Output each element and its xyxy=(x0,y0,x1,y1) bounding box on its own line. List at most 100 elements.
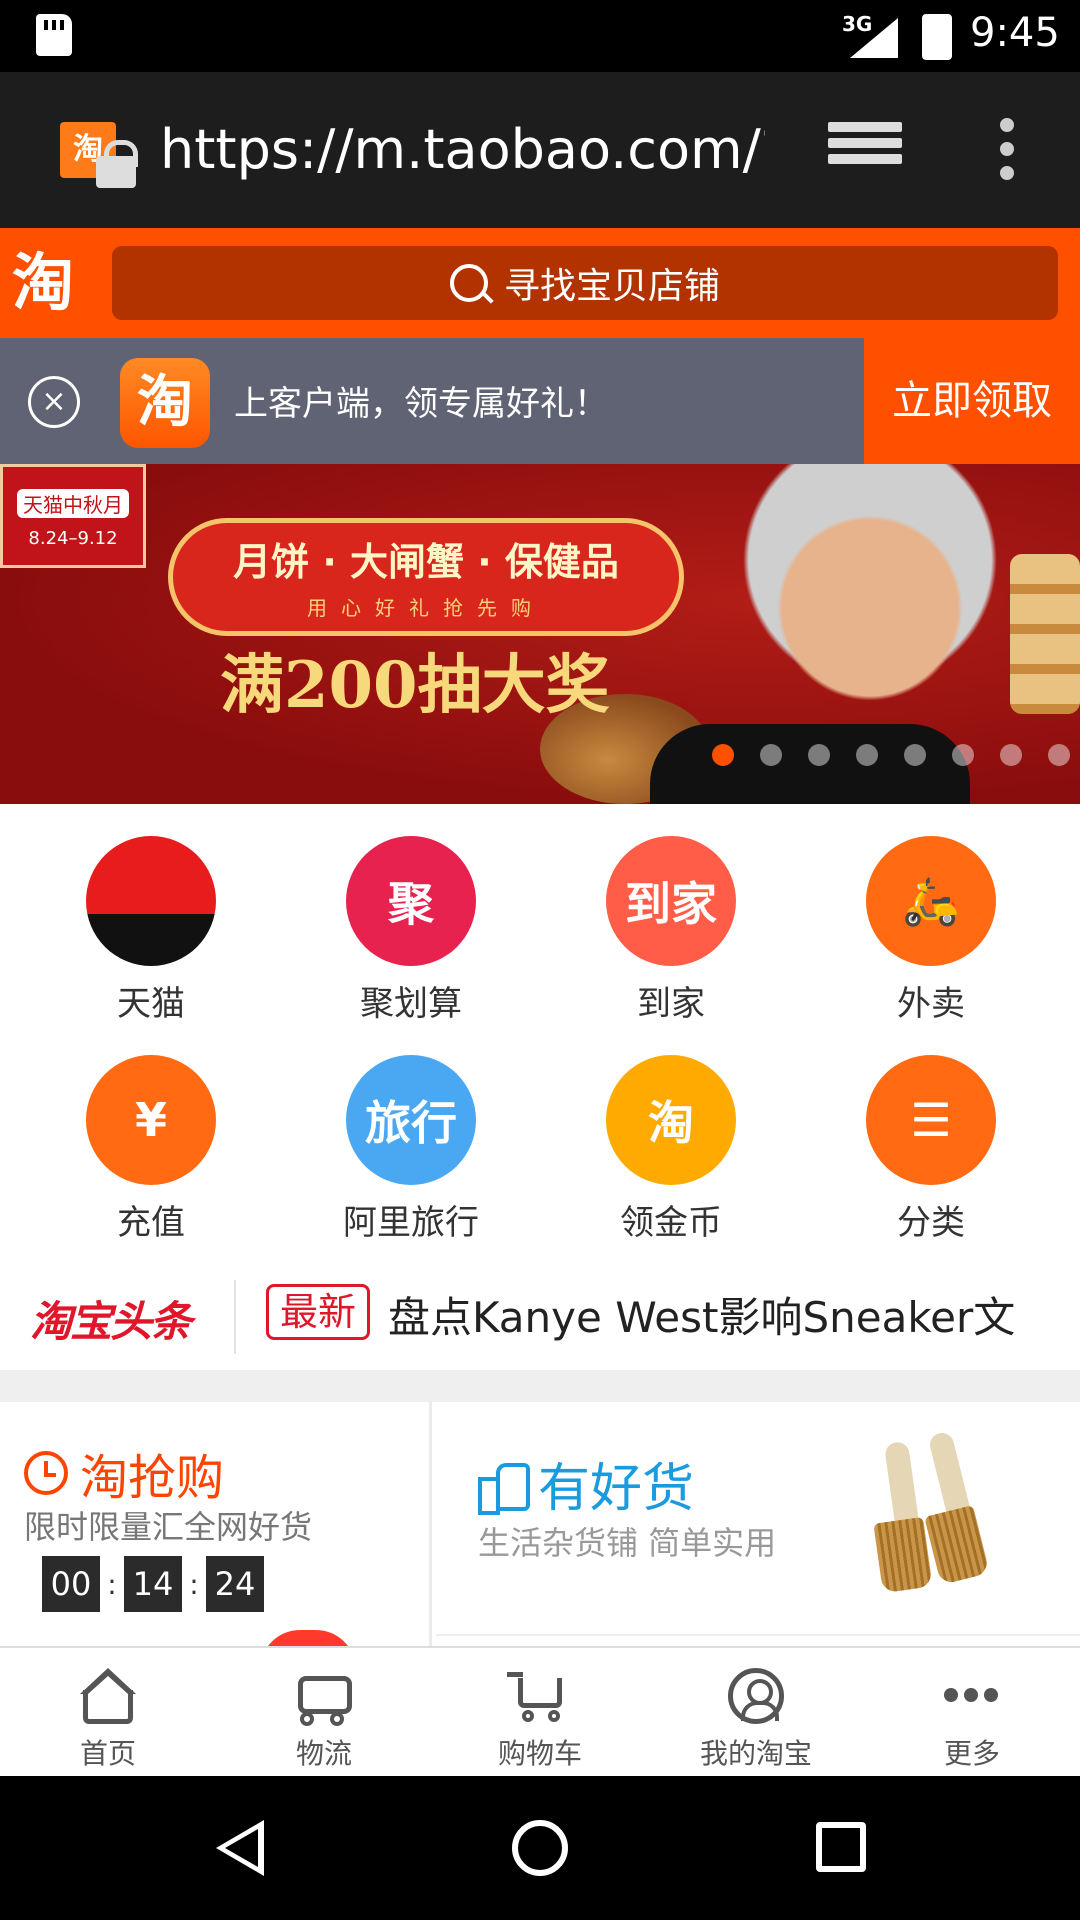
quick-link-label: 聚划算 xyxy=(360,984,462,1024)
system-nav-bar xyxy=(0,1776,1080,1920)
thumbs-up-icon xyxy=(478,1459,530,1515)
quick-link-category-list[interactable]: ☰ 分类 xyxy=(831,1055,1031,1244)
carousel-banner[interactable]: 天猫中秋月 8.24–9.12 月饼 · 大闸蟹 · 保健品 用心好礼抢先购 满… xyxy=(0,464,1080,804)
quick-links-grid: 天猫聚聚划算 到家 到家 🛵 外卖 ¥ 充值 旅行 阿里旅行淘领金币 ☰ 分类 xyxy=(0,804,1080,1256)
tabs-icon[interactable] xyxy=(828,122,902,178)
quick-link-scooter[interactable]: 🛵 外卖 xyxy=(831,836,1031,1025)
countdown-timer: 00 : 14 : 24 xyxy=(42,1556,264,1612)
tab-label: 首页 xyxy=(79,1737,136,1770)
egg-roll-image xyxy=(1010,554,1080,714)
timer-minutes: 14 xyxy=(124,1556,182,1612)
sd-card-icon xyxy=(36,14,72,56)
carousel-dot[interactable] xyxy=(808,744,830,766)
app-download-banner: × 淘 上客户端，领专属好礼！ 立即领取 xyxy=(0,338,1080,464)
back-icon[interactable] xyxy=(216,1820,264,1876)
clock-icon xyxy=(24,1451,68,1495)
good-goods-subtitle: 生活杂货铺 简单实用 xyxy=(478,1524,777,1562)
tmall-cat-icon xyxy=(86,836,216,966)
claim-now-button[interactable]: 立即领取 xyxy=(864,338,1080,464)
news-headline[interactable]: 盘点Kanye West影响Sneaker文 xyxy=(388,1284,1015,1345)
carousel-dot[interactable] xyxy=(952,744,974,766)
quick-link-label: 外卖 xyxy=(897,984,965,1024)
latest-badge: 最新 xyxy=(266,1284,370,1340)
timer-colon: : xyxy=(107,1567,117,1601)
cart-icon xyxy=(507,1668,572,1726)
gold-coin-icon: 淘 xyxy=(606,1055,736,1185)
tab-my-taobao[interactable]: 我的淘宝 xyxy=(648,1648,864,1776)
tab-label: 我的淘宝 xyxy=(699,1737,812,1770)
tab-logistics[interactable]: 物流 xyxy=(216,1648,432,1776)
news-ticker[interactable]: 淘宝头条 最新 盘点Kanye West影响Sneaker文 xyxy=(0,1256,1080,1370)
quick-link-juhuasuan[interactable]: 聚聚划算 xyxy=(311,836,511,1025)
quick-link-label: 充值 xyxy=(117,1203,185,1243)
campaign-tag-date: 8.24–9.12 xyxy=(28,528,118,549)
plaque-title: 月饼 · 大闸蟹 · 保健品 xyxy=(233,540,619,584)
quick-link-label: 到家 xyxy=(637,984,705,1024)
daojia-icon: 到家 xyxy=(606,836,736,966)
recent-apps-icon[interactable] xyxy=(816,1822,866,1872)
search-placeholder: 寻找宝贝店铺 xyxy=(503,266,720,307)
good-goods-title-text: 有好货 xyxy=(538,1459,695,1519)
taobao-app-icon: 淘 xyxy=(120,358,210,448)
timer-colon: : xyxy=(189,1567,199,1601)
quick-link-travel[interactable]: 旅行 阿里旅行 xyxy=(311,1055,511,1244)
carousel-dot[interactable] xyxy=(712,744,734,766)
tab-more[interactable]: 更多 xyxy=(864,1648,1080,1776)
plaque-subtitle: 用心好礼抢先购 xyxy=(307,596,545,620)
carousel-dot[interactable] xyxy=(1048,744,1070,766)
more-icon xyxy=(940,1668,1004,1726)
bottom-tab-bar: 首页 物流 购物车 我的淘宝 更多 xyxy=(0,1646,1080,1776)
category-list-icon: ☰ xyxy=(866,1055,996,1185)
home-nav-icon[interactable] xyxy=(512,1820,568,1876)
tab-label: 物流 xyxy=(295,1737,352,1770)
flash-sale-title: 淘抢购 xyxy=(24,1438,224,1508)
campaign-tag: 天猫中秋月 8.24–9.12 xyxy=(0,464,146,568)
campaign-tag-title: 天猫中秋月 xyxy=(17,489,129,518)
status-bar: 3G 9:45 xyxy=(0,0,1080,72)
tab-cart[interactable]: 购物车 xyxy=(432,1648,648,1776)
timer-seconds: 24 xyxy=(206,1556,264,1612)
quick-link-phone-recharge[interactable]: ¥ 充值 xyxy=(51,1055,251,1244)
tab-label: 购物车 xyxy=(497,1737,582,1770)
feature-cards: 淘抢购 限时限量汇全网好货 00 : 14 : 24 有好货 生活杂货铺 简单实… xyxy=(0,1402,1080,1646)
taobao-headlines-logo: 淘宝头条 xyxy=(30,1297,192,1346)
user-icon xyxy=(724,1668,788,1726)
banner-headline: 满200抽大奖 xyxy=(220,648,610,723)
promo-message: 上客户端，领专属好礼！ xyxy=(234,384,608,424)
carousel-dot[interactable] xyxy=(1000,744,1022,766)
quick-link-label: 分类 xyxy=(897,1203,965,1243)
phone-recharge-icon: ¥ xyxy=(86,1055,216,1185)
timer-hours: 00 xyxy=(42,1556,100,1612)
next-row-edge xyxy=(436,1634,1080,1636)
banner-plaque: 月饼 · 大闸蟹 · 保健品 用心好礼抢先购 xyxy=(168,518,684,636)
carousel-dot[interactable] xyxy=(856,744,878,766)
signal-icon xyxy=(850,18,898,58)
flash-sale-subtitle: 限时限量汇全网好货 xyxy=(24,1508,313,1546)
tab-label: 更多 xyxy=(943,1737,1000,1770)
battery-icon xyxy=(922,14,952,60)
flash-sale-card[interactable]: 淘抢购 限时限量汇全网好货 00 : 14 : 24 xyxy=(0,1402,432,1646)
scooter-icon: 🛵 xyxy=(866,836,996,966)
site-header: 淘 寻找宝贝店铺 xyxy=(0,228,1080,338)
search-bar[interactable]: 寻找宝贝店铺 xyxy=(112,246,1058,320)
url-field[interactable]: https://m.taobao.com/?sp xyxy=(160,112,765,188)
quick-link-gold-coin[interactable]: 淘领金币 xyxy=(571,1055,771,1244)
overflow-menu-icon[interactable] xyxy=(1000,118,1016,182)
truck-icon xyxy=(292,1668,356,1726)
good-goods-card[interactable]: 有好货 生活杂货铺 简单实用 xyxy=(436,1402,1080,1646)
carousel-dot[interactable] xyxy=(904,744,926,766)
quick-link-tmall-cat[interactable]: 天猫 xyxy=(51,836,251,1025)
product-thumbnail xyxy=(260,1630,356,1646)
flash-sale-title-text: 淘抢购 xyxy=(80,1450,225,1506)
carousel-dot[interactable] xyxy=(760,744,782,766)
quick-link-label: 领金币 xyxy=(620,1203,722,1243)
taobao-logo[interactable]: 淘 xyxy=(12,246,92,320)
tab-home[interactable]: 首页 xyxy=(0,1648,216,1776)
travel-icon: 旅行 xyxy=(346,1055,476,1185)
lock-icon xyxy=(96,140,138,188)
home-icon xyxy=(76,1668,140,1726)
quick-link-label: 阿里旅行 xyxy=(343,1203,479,1243)
quick-link-daojia[interactable]: 到家 到家 xyxy=(571,836,771,1025)
close-icon[interactable]: × xyxy=(28,376,80,428)
juhuasuan-icon: 聚 xyxy=(346,836,476,966)
